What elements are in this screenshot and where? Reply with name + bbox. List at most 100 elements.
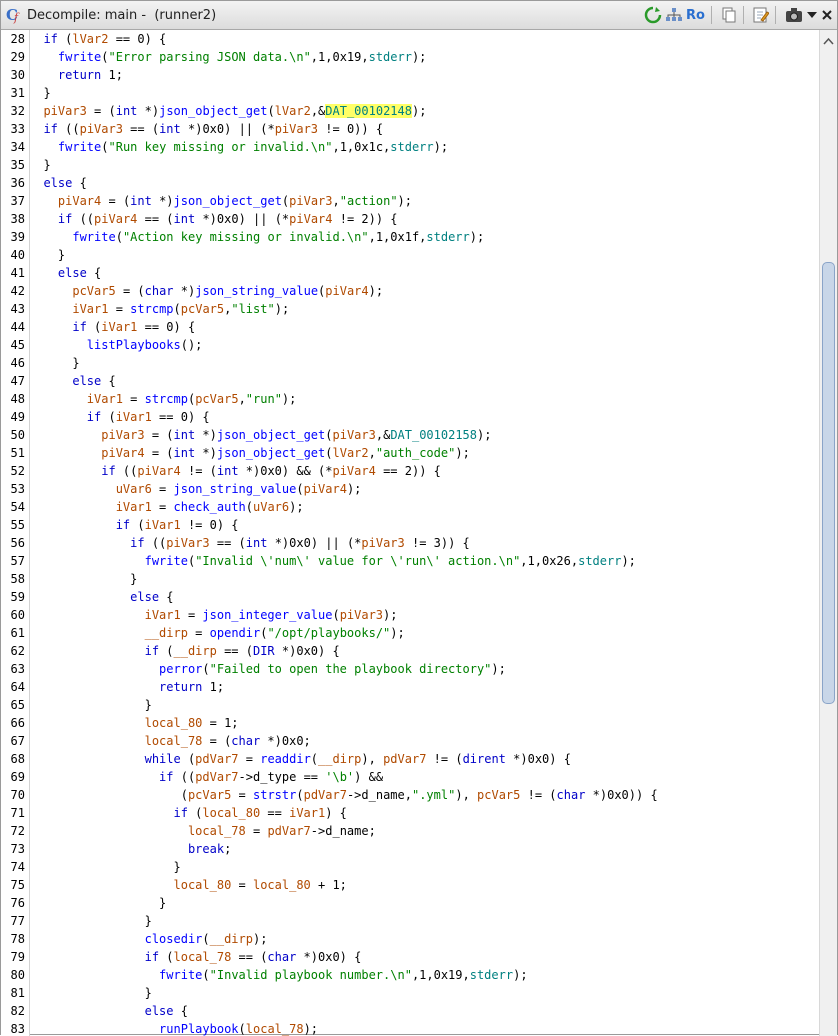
code-text[interactable]: (pcVar5 = strstr(pdVar7->d_name,".yml"),… [29, 786, 658, 804]
code-line[interactable]: 52 if ((piVar4 != (int *)0x0) && (*piVar… [1, 462, 821, 480]
code-text[interactable]: perror("Failed to open the playbook dire… [29, 660, 506, 678]
code-text[interactable]: if (__dirp == (DIR *)0x0) { [29, 642, 340, 660]
code-text[interactable]: if ((piVar3 == (int *)0x0) || (*piVar3 !… [29, 120, 383, 138]
code-line[interactable]: 58 } [1, 570, 821, 588]
code-line[interactable]: 77 } [1, 912, 821, 930]
code-line[interactable]: 33 if ((piVar3 == (int *)0x0) || (*piVar… [1, 120, 821, 138]
code-text[interactable]: if (local_80 == iVar1) { [29, 804, 347, 822]
snapshot-icon[interactable] [785, 5, 803, 25]
code-line[interactable]: 80 fwrite("Invalid playbook number.\n",1… [1, 966, 821, 984]
code-line[interactable]: 82 else { [1, 1002, 821, 1020]
code-line[interactable]: 40 } [1, 246, 821, 264]
code-text[interactable]: iVar1 = strcmp(pcVar5,"run"); [29, 390, 297, 408]
code-line[interactable]: 57 fwrite("Invalid \'num\' value for \'r… [1, 552, 821, 570]
scroll-up-icon[interactable] [823, 32, 834, 45]
code-text[interactable]: runPlaybook(local_78); [29, 1020, 318, 1036]
code-line[interactable]: 39 fwrite("Action key missing or invalid… [1, 228, 821, 246]
code-line[interactable]: 69 if ((pdVar7->d_type == '\b') && [1, 768, 821, 786]
code-text[interactable]: fwrite("Action key missing or invalid.\n… [29, 228, 484, 246]
edit-icon[interactable] [753, 5, 769, 25]
code-text[interactable]: else { [29, 174, 86, 192]
code-text[interactable]: else { [29, 1002, 188, 1020]
code-line[interactable]: 81 } [1, 984, 821, 1002]
code-line[interactable]: 60 iVar1 = json_integer_value(piVar3); [1, 606, 821, 624]
scrollbar-thumb[interactable] [822, 262, 835, 704]
code-text[interactable]: } [29, 894, 166, 912]
code-text[interactable]: while (pdVar7 = readdir(__dirp), pdVar7 … [29, 750, 571, 768]
code-text[interactable]: fwrite("Run key missing or invalid.\n",1… [29, 138, 448, 156]
code-line[interactable]: 63 perror("Failed to open the playbook d… [1, 660, 821, 678]
code-line[interactable]: 67 local_78 = (char *)0x0; [1, 732, 821, 750]
code-text[interactable]: if (iVar1 == 0) { [29, 318, 195, 336]
code-line[interactable]: 78 closedir(__dirp); [1, 930, 821, 948]
code-text[interactable]: piVar3 = (int *)json_object_get(lVar2,&D… [29, 102, 426, 120]
code-line[interactable]: 62 if (__dirp == (DIR *)0x0) { [1, 642, 821, 660]
code-line[interactable]: 68 while (pdVar7 = readdir(__dirp), pdVa… [1, 750, 821, 768]
code-text[interactable]: piVar4 = (int *)json_object_get(lVar2,"a… [29, 444, 470, 462]
read-only-toggle[interactable]: Ro [686, 5, 705, 25]
code-text[interactable]: return 1; [29, 66, 123, 84]
code-text[interactable]: listPlaybooks(); [29, 336, 203, 354]
code-text[interactable]: if ((pdVar7->d_type == '\b') && [29, 768, 383, 786]
code-text[interactable]: } [29, 912, 152, 930]
code-line[interactable]: 66 local_80 = 1; [1, 714, 821, 732]
code-line[interactable]: 46 } [1, 354, 821, 372]
code-line[interactable]: 38 if ((piVar4 == (int *)0x0) || (*piVar… [1, 210, 821, 228]
code-text[interactable]: } [29, 84, 50, 102]
code-line[interactable]: 64 return 1; [1, 678, 821, 696]
code-text[interactable]: } [29, 570, 137, 588]
code-line[interactable]: 42 pcVar5 = (char *)json_string_value(pi… [1, 282, 821, 300]
code-line[interactable]: 31 } [1, 84, 821, 102]
code-line[interactable]: 34 fwrite("Run key missing or invalid.\n… [1, 138, 821, 156]
code-line[interactable]: 59 else { [1, 588, 821, 606]
code-line[interactable]: 41 else { [1, 264, 821, 282]
code-text[interactable]: closedir(__dirp); [29, 930, 268, 948]
code-text[interactable]: __dirp = opendir("/opt/playbooks/"); [29, 624, 405, 642]
menu-dropdown-icon[interactable] [806, 5, 818, 25]
code-text[interactable]: fwrite("Invalid \'num\' value for \'run\… [29, 552, 636, 570]
code-line[interactable]: 74 } [1, 858, 821, 876]
code-line[interactable]: 37 piVar4 = (int *)json_object_get(piVar… [1, 192, 821, 210]
code-line[interactable]: 45 listPlaybooks(); [1, 336, 821, 354]
code-text[interactable]: } [29, 696, 152, 714]
code-text[interactable]: if (iVar1 != 0) { [29, 516, 239, 534]
refresh-icon[interactable] [644, 5, 662, 25]
code-line[interactable]: 30 return 1; [1, 66, 821, 84]
code-line[interactable]: 32 piVar3 = (int *)json_object_get(lVar2… [1, 102, 821, 120]
code-line[interactable]: 61 __dirp = opendir("/opt/playbooks/"); [1, 624, 821, 642]
code-line[interactable]: 79 if (local_78 == (char *)0x0) { [1, 948, 821, 966]
code-line[interactable]: 72 local_78 = pdVar7->d_name; [1, 822, 821, 840]
code-line[interactable]: 55 if (iVar1 != 0) { [1, 516, 821, 534]
code-line[interactable]: 73 break; [1, 840, 821, 858]
code-line[interactable]: 29 fwrite("Error parsing JSON data.\n",1… [1, 48, 821, 66]
code-text[interactable]: iVar1 = strcmp(pcVar5,"list"); [29, 300, 289, 318]
code-line[interactable]: 48 iVar1 = strcmp(pcVar5,"run"); [1, 390, 821, 408]
code-text[interactable]: if (local_78 == (char *)0x0) { [29, 948, 362, 966]
close-icon[interactable] [821, 5, 833, 25]
graph-icon[interactable] [665, 5, 683, 25]
code-text[interactable]: local_78 = pdVar7->d_name; [29, 822, 376, 840]
code-listing[interactable]: 28 if (lVar2 == 0) {29 fwrite("Error par… [1, 30, 821, 1036]
code-line[interactable]: 53 uVar6 = json_string_value(piVar4); [1, 480, 821, 498]
code-text[interactable]: fwrite("Error parsing JSON data.\n",1,0x… [29, 48, 427, 66]
code-line[interactable]: 28 if (lVar2 == 0) { [1, 30, 821, 48]
code-line[interactable]: 56 if ((piVar3 == (int *)0x0) || (*piVar… [1, 534, 821, 552]
code-text[interactable]: } [29, 246, 65, 264]
code-text[interactable]: if ((piVar3 == (int *)0x0) || (*piVar3 !… [29, 534, 470, 552]
code-text[interactable]: local_78 = (char *)0x0; [29, 732, 311, 750]
code-line[interactable]: 71 if (local_80 == iVar1) { [1, 804, 821, 822]
code-text[interactable]: if ((piVar4 == (int *)0x0) || (*piVar4 !… [29, 210, 398, 228]
code-text[interactable]: } [29, 984, 152, 1002]
code-text[interactable]: else { [29, 372, 115, 390]
vertical-scrollbar[interactable] [819, 30, 837, 1036]
code-text[interactable]: } [29, 858, 180, 876]
code-text[interactable]: iVar1 = check_auth(uVar6); [29, 498, 304, 516]
code-text[interactable]: break; [29, 840, 231, 858]
code-text[interactable]: else { [29, 264, 101, 282]
code-line[interactable]: 44 if (iVar1 == 0) { [1, 318, 821, 336]
copy-icon[interactable] [721, 5, 737, 25]
code-line[interactable]: 83 runPlaybook(local_78); [1, 1020, 821, 1036]
code-line[interactable]: 70 (pcVar5 = strstr(pdVar7->d_name,".yml… [1, 786, 821, 804]
code-line[interactable]: 35 } [1, 156, 821, 174]
code-line[interactable]: 76 } [1, 894, 821, 912]
